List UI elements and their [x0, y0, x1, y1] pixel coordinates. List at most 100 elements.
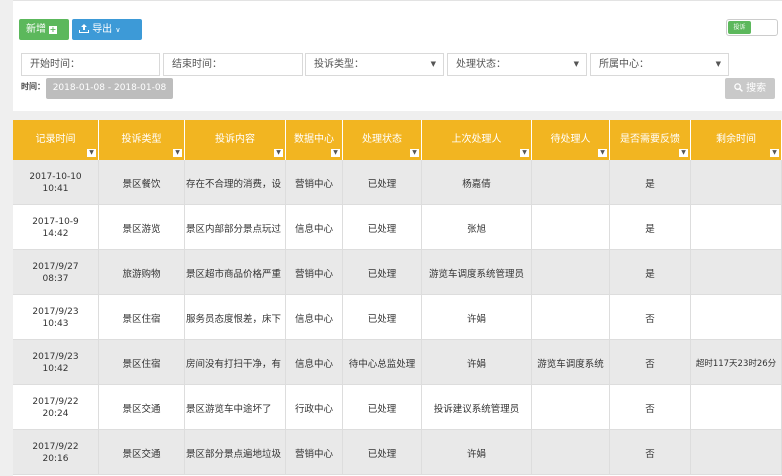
- table-row[interactable]: 2017/9/23 10:43 景区住宿 服务员态度恨差，床下 信息中心 已处理 …: [13, 295, 782, 340]
- pending-handler-cell: [532, 205, 610, 250]
- status-select[interactable]: 处理状态： ▼: [447, 53, 587, 76]
- record-time-cell: 2017/9/22 20:16: [13, 430, 99, 475]
- center-select[interactable]: 所属中心： ▼: [590, 53, 729, 76]
- last-handler-cell: 许娟: [422, 340, 532, 385]
- last-handler-cell: 游览车调度系统管理员: [422, 250, 532, 295]
- remaining-time-cell: [691, 250, 782, 295]
- start-time-placeholder: 开始时间：: [30, 59, 80, 70]
- pending-handler-cell: [532, 250, 610, 295]
- content-cell: 房间没有打扫干净，有: [185, 340, 286, 385]
- export-button[interactable]: 导出 ∨: [72, 19, 142, 40]
- status-cell: 已处理: [343, 295, 422, 340]
- record-time-cell: 2017-10-10 10:41: [13, 160, 99, 205]
- column-header-label: 投诉内容: [215, 134, 255, 145]
- upload-icon: [79, 24, 89, 33]
- table-row[interactable]: 2017/9/23 10:42 景区住宿 房间没有打扫干净，有 信息中心 待中心总…: [13, 340, 782, 385]
- center-cell: 营销中心: [286, 250, 343, 295]
- dropdown-icon[interactable]: ▼: [331, 149, 340, 157]
- feedback-cell: 否: [610, 385, 691, 430]
- complaint-type-placeholder: 投诉类型：: [314, 59, 364, 70]
- record-clock: 10:43: [42, 318, 69, 329]
- column-header[interactable]: 投诉类型 ▼: [99, 120, 185, 160]
- column-header[interactable]: 处理状态 ▼: [343, 120, 422, 160]
- column-header-label: 是否需要反馈: [620, 134, 680, 145]
- content-cell: 服务员态度恨差，床下: [185, 295, 286, 340]
- record-time-cell: 2017/9/22 20:24: [13, 385, 99, 430]
- pending-handler-cell: [532, 160, 610, 205]
- filter-panel: 新增 + 导出 ∨ 投诉 开始时间： 结束时间： 投诉类型： ▼ 处理状态： ▼ …: [13, 0, 782, 111]
- dropdown-icon[interactable]: ▼: [87, 149, 96, 157]
- record-clock: 20:24: [42, 408, 69, 419]
- status-cell: 已处理: [343, 385, 422, 430]
- status-cell: 已处理: [343, 250, 422, 295]
- column-header[interactable]: 待处理人 ▼: [532, 120, 610, 160]
- feedback-cell: 是: [610, 205, 691, 250]
- type-cell: 景区住宿: [99, 340, 185, 385]
- dropdown-icon[interactable]: ▼: [410, 149, 419, 157]
- last-handler-cell: 许娟: [422, 430, 532, 475]
- caret-down-icon: ▼: [430, 60, 436, 68]
- record-date: 2017/9/23: [32, 351, 79, 362]
- dropdown-icon[interactable]: ▼: [173, 149, 182, 157]
- date-range-button[interactable]: 2018-01-08 - 2018-01-08: [46, 78, 173, 99]
- search-button[interactable]: 搜索: [725, 78, 775, 99]
- type-cell: 景区住宿: [99, 295, 185, 340]
- search-icon: [734, 83, 743, 92]
- status-placeholder: 处理状态：: [456, 59, 506, 70]
- dropdown-icon[interactable]: ▼: [274, 149, 283, 157]
- content-cell: 存在不合理的消费，设: [185, 160, 286, 205]
- column-header[interactable]: 记录时间 ▼: [13, 120, 99, 160]
- table-row[interactable]: 2017/9/27 08:37 旅游购物 景区超市商品价格严重 营销中心 已处理 …: [13, 250, 782, 295]
- feedback-cell: 是: [610, 250, 691, 295]
- add-button[interactable]: 新增 +: [19, 19, 69, 40]
- dropdown-icon[interactable]: ▼: [770, 149, 779, 157]
- center-cell: 信息中心: [286, 205, 343, 250]
- column-header[interactable]: 上次处理人 ▼: [422, 120, 532, 160]
- record-clock: 08:37: [42, 273, 69, 284]
- table-row[interactable]: 2017/9/22 20:16 景区交通 景区部分景点遍地垃圾 营销中心 已处理 …: [13, 430, 782, 475]
- type-cell: 景区交通: [99, 385, 185, 430]
- complaint-toggle[interactable]: 投诉: [726, 19, 778, 36]
- center-cell: 营销中心: [286, 430, 343, 475]
- table-header: 记录时间 ▼ 投诉类型 ▼ 投诉内容 ▼ 数据中心 ▼ 处理状态 ▼ 上次处理人 ▼ 待处理…: [13, 120, 782, 160]
- record-clock: 20:16: [42, 453, 69, 464]
- search-label: 搜索: [746, 83, 767, 94]
- column-header-label: 剩余时间: [716, 134, 756, 145]
- center-cell: 营销中心: [286, 160, 343, 205]
- status-cell: 已处理: [343, 430, 422, 475]
- end-time-input[interactable]: 结束时间：: [163, 53, 303, 76]
- remaining-time-cell: 超时117天23时26分: [691, 340, 782, 385]
- dropdown-icon[interactable]: ▼: [520, 149, 529, 157]
- column-header[interactable]: 数据中心 ▼: [286, 120, 343, 160]
- last-handler-cell: 许娟: [422, 295, 532, 340]
- center-placeholder: 所属中心：: [599, 59, 649, 70]
- dropdown-icon[interactable]: ▼: [598, 149, 607, 157]
- record-time-cell: 2017/9/27 08:37: [13, 250, 99, 295]
- complaints-table: 记录时间 ▼ 投诉类型 ▼ 投诉内容 ▼ 数据中心 ▼ 处理状态 ▼ 上次处理人 ▼ 待处理…: [13, 120, 782, 476]
- toggle-label: 投诉: [728, 21, 751, 34]
- column-header[interactable]: 剩余时间 ▼: [691, 120, 782, 160]
- time-label: 时间：: [21, 82, 45, 91]
- column-header-label: 处理状态: [362, 134, 402, 145]
- remaining-time-cell: [691, 205, 782, 250]
- record-time-cell: 2017/9/23 10:42: [13, 340, 99, 385]
- content-cell: 景区超市商品价格严重: [185, 250, 286, 295]
- center-cell: 行政中心: [286, 385, 343, 430]
- table-row[interactable]: 2017/9/22 20:24 景区交通 景区游览车中途坏了 行政中心 已处理 投…: [13, 385, 782, 430]
- dropdown-icon[interactable]: ▼: [679, 149, 688, 157]
- start-time-input[interactable]: 开始时间：: [21, 53, 160, 76]
- column-header[interactable]: 是否需要反馈 ▼: [610, 120, 691, 160]
- column-header-label: 上次处理人: [451, 134, 502, 145]
- record-date: 2017-10-10: [29, 171, 82, 182]
- record-clock: 10:41: [42, 183, 69, 194]
- end-time-placeholder: 结束时间：: [172, 59, 222, 70]
- table-row[interactable]: 2017-10-10 10:41 景区餐饮 存在不合理的消费，设 营销中心 已处理…: [13, 160, 782, 205]
- last-handler-cell: 杨嘉倩: [422, 160, 532, 205]
- center-cell: 信息中心: [286, 340, 343, 385]
- table-row[interactable]: 2017-10-9 14:42 景区游览 景区内部部分景点玩过 信息中心 已处理 …: [13, 205, 782, 250]
- type-cell: 景区游览: [99, 205, 185, 250]
- column-header[interactable]: 投诉内容 ▼: [185, 120, 286, 160]
- complaint-type-select[interactable]: 投诉类型： ▼: [305, 53, 444, 76]
- remaining-time-cell: [691, 295, 782, 340]
- column-header-label: 记录时间: [35, 134, 76, 145]
